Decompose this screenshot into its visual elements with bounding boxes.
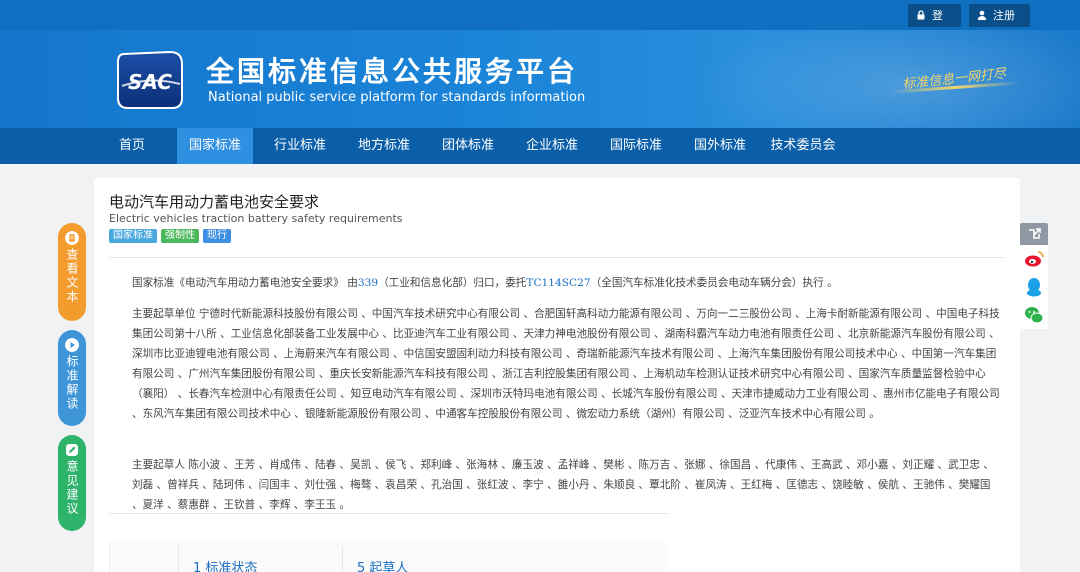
nav-item-home[interactable]: 首页 (102, 128, 162, 164)
tag-mandatory: 强制性 (161, 229, 199, 243)
section-toc: 1 标准状态 5 起草人 (109, 542, 669, 572)
tag-current: 现行 (203, 229, 231, 243)
qq-icon (1027, 278, 1041, 297)
para1-text-after: （全国汽车标准化技术委员会电动车辆分会）执行 。 (590, 277, 838, 289)
weibo-icon (1025, 251, 1044, 267)
nav-item-foreign-standards[interactable]: 国外标准 (682, 128, 758, 164)
top-bar: 登录 注册 (0, 0, 1080, 45)
drafters-text: 主要起草人 陈小波 、王芳 、肖成伟 、陆春 、吴凯 、侯飞 、郑利峰 、张海林… (132, 459, 994, 511)
feedback-label: 意见建议 (65, 460, 79, 516)
share-wechat[interactable] (1020, 301, 1048, 329)
share-icon (1029, 228, 1041, 239)
department-link[interactable]: 339 (358, 277, 378, 289)
tag-national-standard: 国家标准 (109, 229, 157, 243)
interpretation-button[interactable]: 标准解读 (58, 330, 86, 426)
logo-text: SAC (128, 70, 172, 94)
committee-link[interactable]: TC114SC27 (526, 277, 590, 289)
user-icon (977, 10, 987, 20)
banner-glow (700, 30, 1080, 128)
document-icon (65, 231, 79, 245)
feedback-button[interactable]: 意见建议 (58, 435, 86, 531)
standard-english-title: Electric vehicles traction battery safet… (109, 212, 403, 225)
site-title: 全国标准信息公共服务平台 (206, 55, 579, 88)
site-banner: SAC 全国标准信息公共服务平台 National public service… (0, 30, 1080, 128)
nav-item-local-standards[interactable]: 地方标准 (346, 128, 422, 164)
toc-item-drafters[interactable]: 5 起草人 (357, 557, 408, 572)
standard-title: 电动汽车用动力蓄电池安全要求 (109, 193, 320, 211)
divider (109, 257, 1004, 258)
edit-icon (66, 444, 78, 456)
section-divider (109, 513, 669, 514)
sac-logo[interactable]: SAC (116, 48, 184, 112)
drafting-units-paragraph: 主要起草单位 宁德时代新能源科技股份有限公司 、中国汽车技术研究中心有限公司 、… (109, 304, 1004, 424)
para1-text-middle: （工业和信息化部）归口，委托 (378, 277, 527, 289)
share-weibo[interactable] (1020, 245, 1048, 273)
site-subtitle: National public service platform for sta… (208, 90, 586, 105)
nav-item-group-standards[interactable]: 团体标准 (430, 128, 506, 164)
drafters-paragraph: 主要起草人 陈小波 、王芳 、肖成伟 、陆春 、吴凯 、侯飞 、郑利峰 、张海林… (109, 455, 1004, 515)
share-qq[interactable] (1020, 273, 1048, 301)
wechat-icon (1025, 307, 1044, 324)
drafting-units-text: 主要起草单位 宁德时代新能源科技股份有限公司 、中国汽车技术研究中心有限公司 、… (132, 308, 1000, 420)
responsibility-paragraph: 国家标准《电动汽车用动力蓄电池安全要求》 由339（工业和信息化部）归口，委托T… (109, 273, 1004, 293)
register-label: 注册 (993, 9, 1015, 22)
share-toggle[interactable] (1020, 223, 1048, 245)
interpretation-label: 标准解读 (65, 355, 79, 411)
register-button[interactable]: 注册 (969, 4, 1030, 27)
nav-item-international-standards[interactable]: 国际标准 (598, 128, 674, 164)
lock-icon (917, 10, 925, 20)
nav-item-national-standards[interactable]: 国家标准 (177, 128, 253, 164)
nav-item-industry-standards[interactable]: 行业标准 (262, 128, 338, 164)
standard-detail-card: 电动汽车用动力蓄电池安全要求 Electric vehicles tractio… (94, 178, 1020, 572)
login-button[interactable]: 登录 (908, 4, 961, 45)
view-text-label: 查看文本 (65, 248, 79, 304)
toc-item-standard-status[interactable]: 1 标准状态 (193, 557, 257, 572)
main-nav: 首页 国家标准 行业标准 地方标准 团体标准 企业标准 国际标准 国外标准 技术… (0, 128, 1080, 164)
view-text-button[interactable]: 查看文本 (58, 223, 86, 321)
nav-item-enterprise-standards[interactable]: 企业标准 (514, 128, 590, 164)
play-icon (65, 338, 79, 352)
para1-text-before: 国家标准《电动汽车用动力蓄电池安全要求》 由 (132, 277, 358, 289)
share-bar (1020, 223, 1048, 329)
tag-list: 国家标准 强制性 现行 (109, 229, 231, 243)
nav-item-technical-committee[interactable]: 技术委员会 (763, 128, 843, 164)
toc-separator (178, 546, 179, 572)
toc-separator (342, 546, 343, 572)
